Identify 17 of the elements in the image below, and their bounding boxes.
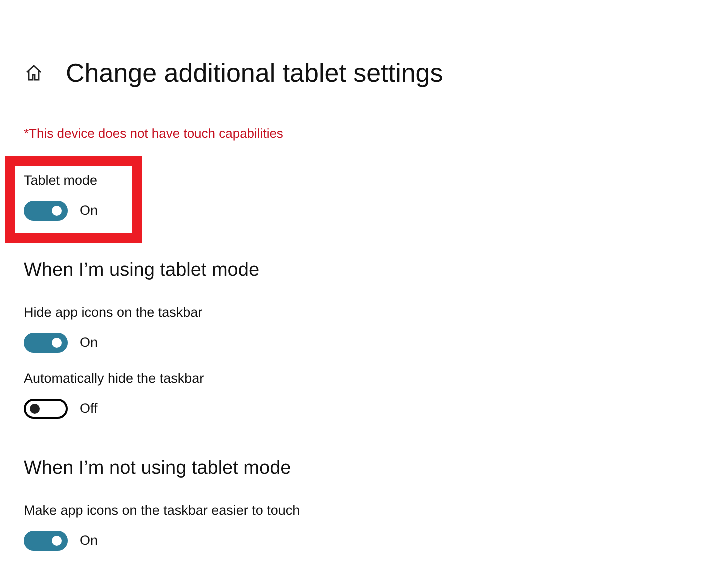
warning-text: *This device does not have touch capabilities xyxy=(24,125,284,143)
section-heading: When I’m not using tablet mode xyxy=(24,457,292,481)
toggle-switch[interactable] xyxy=(24,333,68,353)
toggle-state-text: On xyxy=(80,202,98,220)
toggle-switch[interactable] xyxy=(24,531,68,551)
setting-label: Automatically hide the taskbar xyxy=(24,370,204,388)
toggle-state-text: Off xyxy=(80,400,98,418)
toggle-switch[interactable] xyxy=(24,201,68,221)
toggle-state-text: On xyxy=(80,334,98,352)
toggle-state-text: On xyxy=(80,532,98,550)
setting-label: Hide app icons on the taskbar xyxy=(24,304,203,322)
page-title: Change additional tablet settings xyxy=(66,58,444,88)
home-icon[interactable] xyxy=(24,63,44,83)
toggle-switch[interactable] xyxy=(24,399,68,419)
setting-label: Tablet mode xyxy=(24,172,98,190)
setting-label: Make app icons on the taskbar easier to touch xyxy=(24,502,300,520)
section-heading: When I’m using tablet mode xyxy=(24,259,260,283)
